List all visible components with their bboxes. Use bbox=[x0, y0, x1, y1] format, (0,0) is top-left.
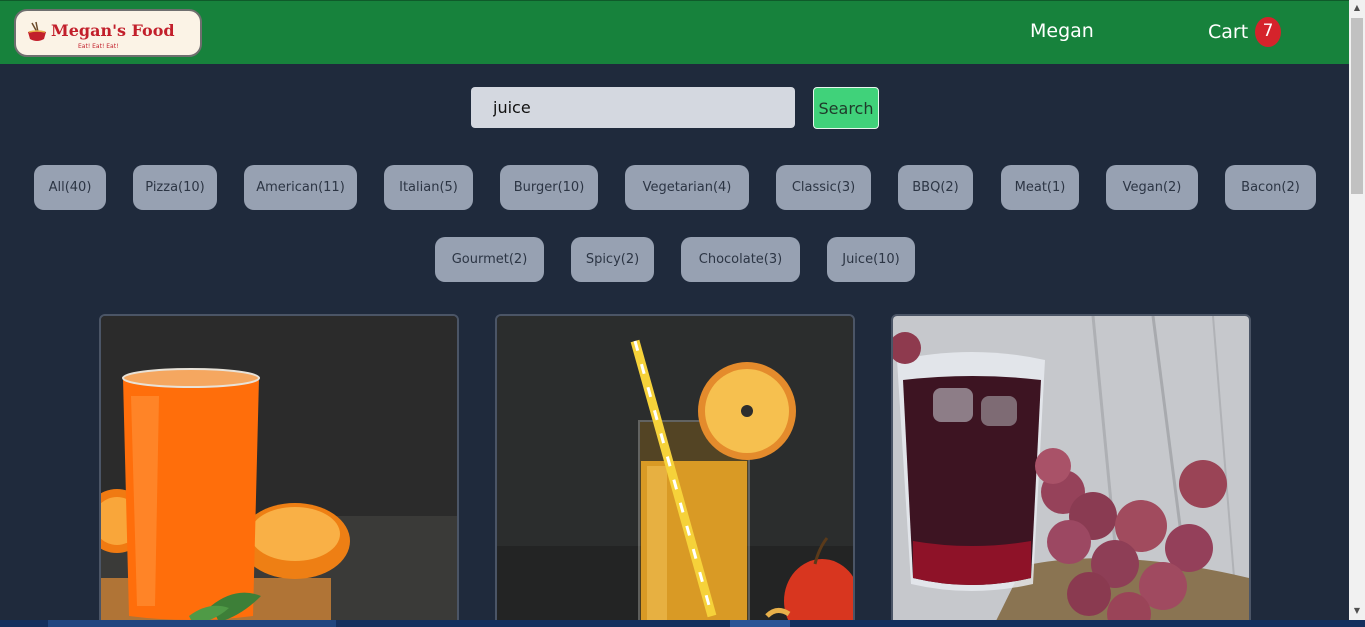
tag-chocolate[interactable]: Chocolate(3) bbox=[681, 237, 800, 282]
scroll-down-icon[interactable]: ▼ bbox=[1349, 603, 1365, 619]
apple-juice-image bbox=[497, 316, 853, 625]
tag-all[interactable]: All(40) bbox=[34, 165, 106, 210]
tag-bbq[interactable]: BBQ(2) bbox=[898, 165, 973, 210]
taskbar-app[interactable] bbox=[730, 620, 790, 627]
food-card-apple-juice[interactable] bbox=[495, 314, 855, 627]
search-button[interactable]: Search bbox=[813, 87, 879, 129]
tag-vegetarian[interactable]: Vegetarian(4) bbox=[625, 165, 749, 210]
food-card-grape-juice[interactable] bbox=[891, 314, 1251, 627]
tag-american[interactable]: American(11) bbox=[244, 165, 357, 210]
os-taskbar bbox=[0, 620, 1365, 627]
brand-tagline: Eat! Eat! Eat! bbox=[78, 43, 119, 50]
scroll-up-icon[interactable]: ▲ bbox=[1349, 0, 1365, 16]
food-card-orange-juice[interactable] bbox=[99, 314, 459, 627]
cart-link[interactable]: Cart bbox=[1208, 21, 1248, 43]
search-input[interactable] bbox=[471, 87, 795, 128]
top-navbar: Megan's Food Eat! Eat! Eat! Megan Cart 7 bbox=[0, 0, 1349, 64]
taskbar-active-app[interactable] bbox=[48, 620, 336, 627]
tag-meat[interactable]: Meat(1) bbox=[1001, 165, 1079, 210]
tag-vegan[interactable]: Vegan(2) bbox=[1106, 165, 1198, 210]
tag-classic[interactable]: Classic(3) bbox=[776, 165, 871, 210]
tag-juice[interactable]: Juice(10) bbox=[827, 237, 915, 282]
tag-spicy[interactable]: Spicy(2) bbox=[571, 237, 654, 282]
tag-bacon[interactable]: Bacon(2) bbox=[1225, 165, 1316, 210]
noodle-bowl-icon bbox=[28, 21, 46, 41]
brand-logo[interactable]: Megan's Food Eat! Eat! Eat! bbox=[14, 9, 202, 57]
tag-italian[interactable]: Italian(5) bbox=[384, 165, 473, 210]
tag-pizza[interactable]: Pizza(10) bbox=[133, 165, 217, 210]
username-link[interactable]: Megan bbox=[1030, 20, 1094, 42]
brand-name: Megan's Food bbox=[51, 21, 175, 40]
grape-juice-image bbox=[893, 316, 1249, 625]
cart-count-badge: 7 bbox=[1255, 17, 1281, 47]
tag-burger[interactable]: Burger(10) bbox=[500, 165, 598, 210]
orange-juice-image bbox=[101, 316, 457, 625]
tag-gourmet[interactable]: Gourmet(2) bbox=[435, 237, 544, 282]
scrollbar-thumb[interactable] bbox=[1351, 18, 1363, 194]
